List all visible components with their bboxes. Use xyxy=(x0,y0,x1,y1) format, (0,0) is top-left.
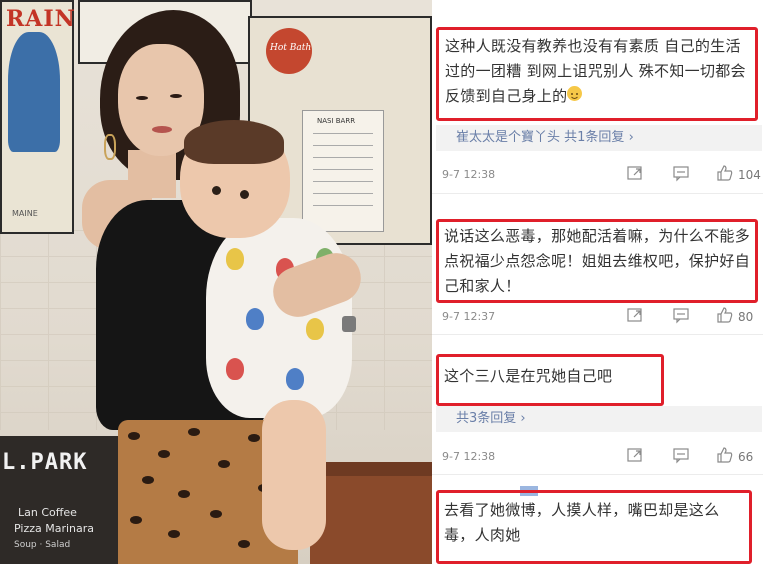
poster-badge: Hot Bath xyxy=(266,28,312,74)
menu-title: NASI BARR xyxy=(317,117,356,125)
wristwatch xyxy=(342,316,356,332)
earring xyxy=(104,134,116,160)
comment-meta: 9-7 12:38 66 xyxy=(442,446,760,468)
vintage-poster-left: RAIN MAINE xyxy=(0,0,76,234)
comment-text[interactable]: 这种人既没有教养也没有有素质 自己的生活过的一团糟 到网上诅咒别人 殊不知一切都… xyxy=(445,34,751,109)
comment-meta: 9-7 12:37 80 xyxy=(442,306,760,328)
baby-leg xyxy=(262,400,326,550)
reply-author-link[interactable]: 崔太太是个寶丫头 xyxy=(456,130,560,145)
share-icon[interactable] xyxy=(626,164,644,182)
smiley-emoji xyxy=(567,86,583,101)
reply-summary[interactable]: 共3条回复 › xyxy=(436,406,762,432)
like-count: 80 xyxy=(738,310,754,324)
sign-line: Soup · Salad xyxy=(14,540,71,550)
like-count: 104 xyxy=(738,168,761,182)
woman-eye xyxy=(136,96,148,100)
poster-left-caption: MAINE xyxy=(12,209,38,218)
baby-romper xyxy=(206,218,352,418)
cafe-sign: L.PARK Lan Coffee Pizza Marinara Soup · … xyxy=(0,436,118,564)
baby-hair xyxy=(184,120,284,164)
woman-lips xyxy=(152,126,172,133)
thumbs-up-icon[interactable] xyxy=(716,446,734,464)
chevron-right-icon: › xyxy=(628,130,634,145)
sign-title: L.PARK xyxy=(2,450,88,475)
comment-meta: 9-7 12:38 104 xyxy=(442,164,761,186)
menu-board: NASI BARR xyxy=(302,110,384,232)
poster-figure xyxy=(8,32,60,152)
divider xyxy=(432,474,763,475)
comment-time: 9-7 12:38 xyxy=(442,450,496,463)
comment-icon[interactable] xyxy=(672,446,690,464)
share-icon[interactable] xyxy=(626,446,644,464)
woman-eye xyxy=(170,94,182,98)
comment-text[interactable]: 说话这么恶毒，那她配活着嘛，为什么不能多点祝福少点怨念呢！姐姐去维权吧，保护好自… xyxy=(444,224,750,299)
sign-line: Lan Coffee xyxy=(18,506,77,519)
comment-icon[interactable] xyxy=(672,164,690,182)
baby-eye xyxy=(212,186,221,195)
divider xyxy=(432,193,763,194)
thumbs-up-icon[interactable] xyxy=(716,306,734,324)
reply-count-link[interactable]: 共1条回复 xyxy=(564,130,624,145)
like-count: 66 xyxy=(738,450,754,464)
comment-time: 9-7 12:38 xyxy=(442,168,496,181)
woman-neck xyxy=(128,150,176,198)
baby-eye xyxy=(240,190,249,199)
poster-left-title: RAIN xyxy=(6,6,76,32)
photo-panel: RAIN MAINE Hot Bath NASI BARR L.PARK Lan… xyxy=(0,0,432,564)
chevron-right-icon: › xyxy=(520,411,526,426)
comment-time: 9-7 12:37 xyxy=(442,310,496,323)
bar-stool xyxy=(306,462,432,564)
comment-text[interactable]: 这个三八是在咒她自己吧 xyxy=(444,364,654,389)
reply-summary[interactable]: 崔太太是个寶丫头 共1条回复 › xyxy=(436,125,762,151)
thumbs-up-icon[interactable] xyxy=(716,164,734,182)
comment-text[interactable]: 去看了她微博，人摸人样，嘴巴却是这么毒，人肉她 xyxy=(444,498,740,548)
reply-count-link[interactable]: 共3条回复 xyxy=(456,411,516,426)
comment-icon[interactable] xyxy=(672,306,690,324)
sign-line: Pizza Marinara xyxy=(14,522,95,535)
share-icon[interactable] xyxy=(626,306,644,324)
divider xyxy=(432,334,763,335)
